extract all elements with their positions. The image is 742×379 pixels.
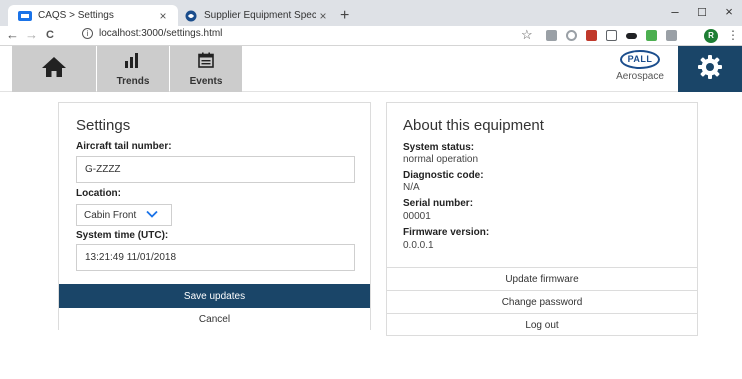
home-icon bbox=[41, 56, 67, 83]
serial-number-label: Serial number: bbox=[403, 198, 474, 209]
address-text: localhost:3000/settings.html bbox=[99, 28, 223, 39]
nav-events-button[interactable]: Events bbox=[170, 46, 242, 92]
save-updates-button[interactable]: Save updates bbox=[59, 284, 370, 308]
gear-icon bbox=[697, 54, 723, 85]
firmware-version-label: Firmware version: bbox=[403, 227, 490, 238]
extension-icon[interactable] bbox=[646, 30, 657, 41]
pall-aerospace-logo: PALL Aerospace bbox=[608, 50, 672, 82]
settings-button[interactable] bbox=[678, 46, 742, 92]
system-time-input[interactable] bbox=[76, 244, 355, 271]
panel-title: Settings bbox=[76, 117, 131, 134]
reload-button[interactable]: C bbox=[46, 29, 54, 41]
tab-caqs-settings[interactable]: CAQS > Settings × bbox=[8, 5, 178, 26]
brand-subtitle: Aerospace bbox=[616, 71, 664, 82]
maximize-button[interactable]: ☐ bbox=[692, 6, 712, 19]
minimize-button[interactable]: – bbox=[665, 4, 685, 19]
location-select[interactable]: Cabin Front bbox=[76, 204, 172, 226]
brand-logo-text: PALL bbox=[620, 50, 660, 69]
new-tab-button[interactable]: + bbox=[340, 7, 349, 25]
location-value: Cabin Front bbox=[84, 209, 137, 221]
close-window-button[interactable]: × bbox=[719, 4, 739, 19]
change-password-button[interactable]: Change password bbox=[387, 290, 697, 313]
update-firmware-button[interactable]: Update firmware bbox=[387, 267, 697, 290]
extension-icon[interactable] bbox=[606, 30, 617, 41]
address-bar[interactable]: i localhost:3000/settings.html bbox=[82, 28, 222, 39]
tail-number-label: Aircraft tail number: bbox=[76, 141, 172, 152]
nav-label: Trends bbox=[116, 75, 150, 87]
app-header: Trends Events PALL Aerospace bbox=[0, 46, 742, 92]
location-label: Location: bbox=[76, 188, 121, 199]
glasses-extension-icon[interactable] bbox=[626, 33, 637, 39]
tab-supplier-spec[interactable]: Supplier Equipment Specification × bbox=[178, 5, 338, 26]
extension-icon[interactable] bbox=[666, 30, 677, 41]
tab-title: Supplier Equipment Specification bbox=[204, 10, 316, 21]
system-time-label: System time (UTC): bbox=[76, 230, 169, 241]
diagnostic-code-value: N/A bbox=[403, 182, 420, 193]
extension-icon[interactable] bbox=[566, 30, 577, 41]
mail-extension-icon[interactable] bbox=[586, 30, 597, 41]
panel-title: About this equipment bbox=[403, 117, 544, 134]
about-equipment-panel: About this equipment System status: norm… bbox=[386, 102, 698, 336]
cancel-button[interactable]: Cancel bbox=[59, 308, 370, 330]
pall-favicon-icon bbox=[184, 10, 198, 21]
bookmark-star-icon[interactable]: ☆ bbox=[521, 27, 533, 43]
tab-close-icon[interactable]: × bbox=[156, 9, 170, 23]
chevron-down-icon bbox=[146, 210, 158, 221]
tab-title: CAQS > Settings bbox=[38, 10, 114, 21]
site-info-icon[interactable]: i bbox=[82, 28, 93, 39]
browser-menu-icon[interactable]: ⋮ bbox=[727, 28, 739, 42]
system-status-label: System status: bbox=[403, 142, 475, 153]
forward-button[interactable]: → bbox=[25, 27, 38, 42]
tail-number-input[interactable] bbox=[76, 156, 355, 183]
firmware-version-value: 0.0.0.1 bbox=[403, 240, 434, 251]
serial-number-value: 00001 bbox=[403, 211, 431, 222]
extension-icon[interactable] bbox=[546, 30, 557, 41]
system-status-value: normal operation bbox=[403, 154, 479, 165]
nav-label: Events bbox=[189, 75, 223, 87]
bar-chart-icon bbox=[124, 52, 142, 73]
log-out-button[interactable]: Log out bbox=[387, 313, 697, 336]
back-button[interactable]: ← bbox=[6, 27, 19, 42]
browser-toolbar: ← → C i localhost:3000/settings.html ☆ R… bbox=[0, 26, 742, 46]
settings-panel: Settings Aircraft tail number: Location:… bbox=[58, 102, 371, 330]
calendar-icon bbox=[198, 52, 214, 73]
site-favicon-icon bbox=[18, 10, 32, 21]
tab-close-icon[interactable]: × bbox=[316, 9, 330, 23]
browser-tab-strip: CAQS > Settings × Supplier Equipment Spe… bbox=[0, 0, 742, 26]
nav-home-button[interactable] bbox=[12, 46, 96, 92]
profile-avatar[interactable]: R bbox=[704, 29, 718, 43]
nav-trends-button[interactable]: Trends bbox=[97, 46, 169, 92]
diagnostic-code-label: Diagnostic code: bbox=[403, 170, 484, 181]
